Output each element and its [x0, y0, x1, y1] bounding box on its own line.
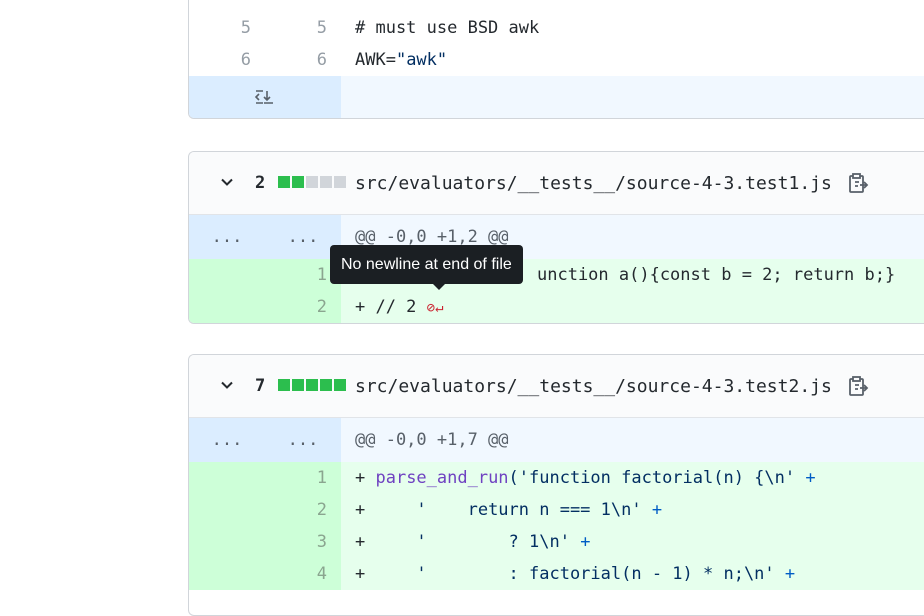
diffstat-blocks [278, 379, 346, 391]
added-line: 3 + ' ? 1\n' + [189, 526, 924, 558]
diffstat-block-added [306, 379, 318, 391]
old-line-number [189, 291, 265, 323]
new-line-number[interactable]: 6 [265, 44, 341, 76]
expand-row [189, 76, 924, 118]
diff-file-0: 5 5 # must use BSD awk 6 6 AWK="awk" [188, 0, 924, 119]
code-line: + ' return n === 1\n' + [341, 494, 924, 526]
added-line: 1 + parse_and_run('function factorial(n)… [189, 462, 924, 494]
chevron-down-icon[interactable] [219, 377, 235, 393]
hunk-header: @@ -0,0 +1,7 @@ [341, 418, 924, 462]
code-string: ('function factorial(n) {\n' [508, 468, 806, 488]
diff-prefix: + [355, 500, 417, 520]
diffstat-block-added [334, 379, 346, 391]
diff-file-1: 2 src/evaluators/__tests__/source-4-3.te… [188, 151, 924, 324]
diffstat-block-added [278, 379, 290, 391]
new-line-number[interactable]: 1 [265, 462, 341, 494]
diff-row: 6 6 AWK="awk" [189, 44, 924, 76]
hunk-header-row: ... ... @@ -0,0 +1,7 @@ [189, 418, 924, 462]
added-line: 2 + ' return n === 1\n' + [189, 494, 924, 526]
operator: + [651, 500, 663, 520]
code-string: "awk" [395, 50, 448, 70]
no-newline-icon[interactable]: ⊘↵ [427, 300, 444, 316]
operator: + [580, 532, 591, 552]
code-line: AWK="awk" [341, 44, 924, 76]
diff-file-2: 7 src/evaluators/__tests__/source-4-3.te… [188, 354, 924, 616]
added-line: 1 unction a(){const b = 2; return b;} [189, 259, 924, 291]
old-line-number [189, 558, 265, 590]
diffstat-blocks [278, 176, 346, 188]
code-text: unction a(){const b = 2; return b;} [537, 265, 896, 285]
old-line-number[interactable]: 5 [189, 12, 265, 44]
code-line: + ' ? 1\n' + [341, 526, 924, 558]
expand-row-fill [341, 76, 924, 118]
expand-up-button[interactable]: ... [189, 215, 265, 259]
code-var: AWK= [355, 50, 396, 70]
diff-prefix: + [355, 564, 417, 584]
expand-up-button[interactable]: ... [189, 418, 265, 462]
new-line-number[interactable]: 5 [265, 12, 341, 44]
new-line-number[interactable]: 3 [265, 526, 341, 558]
diffstat-block-added [292, 176, 304, 188]
diffstat-count: 2 [255, 173, 266, 193]
new-line-number[interactable]: 2 [265, 494, 341, 526]
old-line-number [189, 526, 265, 558]
chevron-down-icon[interactable] [219, 174, 235, 190]
old-line-number [189, 462, 265, 494]
code-line: # must use BSD awk [341, 12, 924, 44]
diffstat-block-neutral [306, 176, 318, 188]
old-line-number [189, 259, 265, 291]
hunk-header-row: ... ... @@ -0,0 +1,2 @@ [189, 215, 924, 259]
code-string: ' : factorial(n - 1) * n;\n' [416, 564, 785, 584]
added-line: 2 + // 2 ⊘↵ [189, 291, 924, 323]
diffstat-block-added [320, 379, 332, 391]
expand-down-button[interactable]: ... [265, 418, 341, 462]
diff-prefix: + [355, 532, 417, 552]
diffstat-block-added [278, 176, 290, 188]
operator: + [784, 564, 796, 584]
expand-button[interactable] [189, 76, 341, 118]
diffstat-block-added [292, 379, 304, 391]
file-header: 7 src/evaluators/__tests__/source-4-3.te… [189, 355, 924, 418]
diffstat-block-neutral [320, 176, 332, 188]
code-text: # must use BSD awk [355, 18, 540, 38]
code-line: + ' : factorial(n - 1) * n;\n' + [341, 558, 924, 590]
old-line-number[interactable]: 6 [189, 44, 265, 76]
file-path[interactable]: src/evaluators/__tests__/source-4-3.test… [355, 173, 832, 194]
code-line: + // 2 ⊘↵ [341, 291, 924, 323]
diff-row: 5 5 # must use BSD awk [189, 12, 924, 44]
file-header: 2 src/evaluators/__tests__/source-4-3.te… [189, 152, 924, 215]
clipboard-icon[interactable] [847, 375, 869, 397]
function-name: parse_and_run [375, 468, 509, 488]
code-string: ' return n === 1\n' [416, 500, 652, 520]
diffstat-block-neutral [334, 176, 346, 188]
diff-prefix: + [355, 468, 376, 488]
no-newline-tooltip: No newline at end of file [330, 245, 523, 290]
old-line-number [189, 494, 265, 526]
code-text: + // 2 [355, 297, 417, 317]
new-line-number[interactable]: 2 [265, 291, 341, 323]
file-path[interactable]: src/evaluators/__tests__/source-4-3.test… [355, 376, 832, 397]
new-line-number[interactable]: 4 [265, 558, 341, 590]
code-string: ' ? 1\n' [416, 532, 581, 552]
clipboard-icon[interactable] [847, 172, 869, 194]
operator: + [805, 468, 816, 488]
code-line: + parse_and_run('function factorial(n) {… [341, 462, 924, 494]
expand-all-icon [254, 90, 273, 104]
added-line: 4 + ' : factorial(n - 1) * n;\n' + [189, 558, 924, 590]
diffstat-count: 7 [255, 376, 266, 396]
